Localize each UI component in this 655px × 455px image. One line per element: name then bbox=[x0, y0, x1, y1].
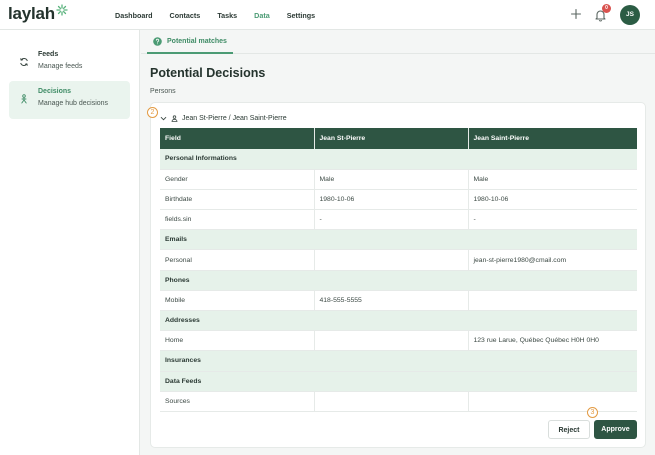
column-header-record-b: Jean Saint-Pierre bbox=[467, 128, 637, 149]
refresh-icon bbox=[20, 58, 28, 66]
field-name-cell: Mobile bbox=[160, 290, 314, 312]
table-row: Sources bbox=[160, 391, 637, 412]
field-value-cell: - bbox=[313, 209, 468, 231]
match-group-header[interactable]: Jean St-Pierre / Jean Saint-Pierre bbox=[160, 113, 287, 123]
person-split-icon bbox=[21, 94, 27, 104]
step-marker: 2 bbox=[147, 107, 158, 118]
field-name-cell: Home bbox=[160, 330, 314, 352]
table-row: Mobile 418-555-5555 bbox=[160, 290, 637, 312]
nav-item-data[interactable]: Data bbox=[254, 11, 270, 20]
sidebar-item-title: Feeds bbox=[38, 51, 59, 58]
page-title: Potential Decisions bbox=[150, 66, 266, 80]
field-value-cell: Male bbox=[313, 169, 468, 190]
field-value-cell: - bbox=[467, 209, 637, 231]
field-value-cell: 1980-10-06 bbox=[467, 189, 637, 211]
field-name-cell: Sources bbox=[160, 391, 314, 412]
question-circle-icon bbox=[153, 36, 162, 46]
user-avatar[interactable]: JS bbox=[620, 5, 640, 25]
main-nav: Dashboard Contacts Tasks Data Settings bbox=[115, 0, 332, 30]
field-value-cell bbox=[313, 391, 468, 412]
field-value-cell bbox=[313, 330, 468, 352]
logo-text: laylah bbox=[8, 4, 55, 23]
field-value-cell: 123 rue Larue, Québec Québec H0H 0H0 bbox=[467, 330, 637, 352]
nav-item-dashboard[interactable]: Dashboard bbox=[115, 11, 153, 20]
nav-item-settings[interactable]: Settings bbox=[287, 11, 315, 20]
step-marker: 3 bbox=[587, 407, 598, 418]
field-name-cell: Personal bbox=[160, 249, 314, 271]
field-value-cell bbox=[467, 290, 637, 312]
section-label: Persons bbox=[150, 88, 176, 95]
tab-potential-matches[interactable]: Potential matches bbox=[147, 30, 233, 54]
field-value-cell: 418-555-5555 bbox=[313, 290, 468, 312]
field-value-cell bbox=[313, 249, 468, 271]
section-header-cell: Personal Informations bbox=[160, 149, 637, 170]
app-logo[interactable]: laylah bbox=[8, 4, 68, 26]
section-header-cell: Insurances bbox=[160, 350, 637, 372]
table-row: Birthdate 1980-10-06 1980-10-06 bbox=[160, 189, 637, 211]
approve-button[interactable]: Approve bbox=[594, 420, 637, 439]
table-row: fields.sin - - bbox=[160, 209, 637, 231]
sidebar: Feeds Manage feeds Decisions Manage hub … bbox=[0, 30, 140, 455]
sparkle-icon bbox=[56, 4, 68, 16]
nav-item-contacts[interactable]: Contacts bbox=[170, 11, 201, 20]
tab-bar: Potential matches bbox=[141, 30, 655, 54]
person-icon bbox=[171, 114, 178, 122]
table-section-row: Phones bbox=[160, 270, 637, 291]
sidebar-item-decisions[interactable]: Decisions Manage hub decisions bbox=[9, 81, 130, 119]
table-row: Gender Male Male bbox=[160, 169, 637, 190]
add-icon[interactable] bbox=[570, 8, 582, 20]
section-header-cell: Addresses bbox=[160, 310, 637, 332]
sidebar-item-feeds[interactable]: Feeds Manage feeds bbox=[9, 44, 130, 82]
table-section-row: Addresses bbox=[160, 310, 637, 332]
match-group-title: Jean St-Pierre / Jean Saint-Pierre bbox=[182, 114, 287, 122]
section-header-cell: Emails bbox=[160, 229, 637, 251]
field-name-cell: Gender bbox=[160, 169, 314, 190]
top-navigation-bar: laylah Dashboard Contacts Tasks Data Set… bbox=[0, 0, 655, 30]
table-section-row: Personal Informations bbox=[160, 149, 637, 170]
reject-button[interactable]: Reject bbox=[548, 420, 590, 439]
column-header-record-a: Jean St-Pierre bbox=[313, 128, 468, 149]
column-header-field: Field bbox=[160, 128, 314, 149]
table-header-row: Field Jean St-Pierre Jean Saint-Pierre bbox=[160, 128, 637, 149]
field-value-cell bbox=[467, 391, 637, 412]
sidebar-item-title: Decisions bbox=[38, 88, 72, 95]
field-value-cell: jean-st-pierre1980@cmail.com bbox=[467, 249, 637, 271]
chevron-down-icon[interactable] bbox=[160, 115, 167, 122]
tab-label: Potential matches bbox=[167, 37, 227, 45]
field-name-cell: fields.sin bbox=[160, 209, 314, 231]
table-section-row: Insurances bbox=[160, 350, 637, 372]
nav-item-tasks[interactable]: Tasks bbox=[217, 11, 237, 20]
table-section-row: Data Feeds bbox=[160, 371, 637, 392]
field-value-cell: Male bbox=[467, 169, 637, 190]
section-header-cell: Phones bbox=[160, 270, 637, 291]
notification-badge: 0 bbox=[602, 4, 611, 13]
table-row: Home 123 rue Larue, Québec Québec H0H 0H0 bbox=[160, 330, 637, 352]
field-name-cell: Birthdate bbox=[160, 189, 314, 211]
sidebar-item-subtitle: Manage hub decisions bbox=[38, 100, 109, 107]
sidebar-item-subtitle: Manage feeds bbox=[38, 63, 83, 70]
section-header-cell: Data Feeds bbox=[160, 371, 637, 392]
comparison-table: Field Jean St-Pierre Jean Saint-Pierre P… bbox=[160, 128, 637, 412]
table-section-row: Emails bbox=[160, 229, 637, 251]
table-row: Personal jean-st-pierre1980@cmail.com bbox=[160, 249, 637, 271]
field-value-cell: 1980-10-06 bbox=[313, 189, 468, 211]
